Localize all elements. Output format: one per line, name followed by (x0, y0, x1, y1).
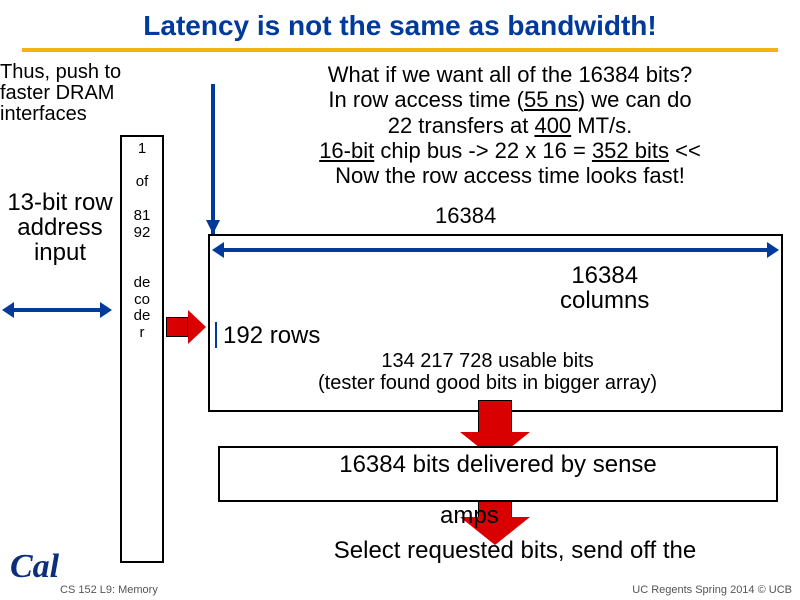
columns-width-arrow (212, 242, 779, 258)
columns-label: 16384 columns (560, 263, 649, 313)
slide-title: Latency is not the same as bandwidth! (0, 0, 800, 48)
push-faster-dram-text: Thus, push to faster DRAM interfaces (0, 62, 140, 125)
usable-bits-label: 134 217 728 usable bits (tester found go… (318, 350, 657, 394)
select-bits-text: Select requested bits, send off the (250, 537, 780, 565)
explain-line-1: What if we want all of the 16384 bits? (230, 62, 790, 87)
explain-line-2: In row access time (55 ns) we can do (230, 87, 790, 112)
rows-height-arrow-icon (211, 322, 221, 348)
sense-amps-box: 16384 bits delivered by sense (218, 446, 778, 502)
rows-label: 192 rows (211, 322, 320, 350)
decoder-8192-b: 92 (122, 225, 162, 242)
explain-line-5: Now the row access time looks fast! (230, 163, 790, 188)
decoder-word-2: co (122, 292, 162, 309)
explain-line-4: 16-bit chip bus -> 22 x 16 = 352 bits << (230, 138, 790, 163)
row-address-label: 13-bit row address input (4, 190, 116, 266)
rate-value: 400 (534, 113, 571, 138)
decoder-output-arrow-icon (166, 310, 206, 344)
explain-line-3: 22 transfers at 400 MT/s. (230, 113, 790, 138)
decoder-column: 1 of 81 92 de co de r (120, 135, 164, 563)
decoder-8192-a: 81 (122, 208, 162, 225)
result-bits: 352 bits (592, 138, 669, 163)
footer-course: CS 152 L9: Memory (60, 584, 158, 596)
explanation-block: What if we want all of the 16384 bits? I… (230, 62, 790, 188)
decoder-word-4: r (122, 325, 162, 342)
row-address-arrow (2, 302, 112, 318)
sense-amps-overflow-text: amps (440, 502, 499, 530)
footer-copyright: UC Regents Spring 2014 © UCB (632, 584, 792, 596)
decoder-of: of (122, 174, 162, 191)
latency-value: 55 ns (524, 87, 578, 112)
decoder-word-1: de (122, 275, 162, 292)
title-divider (22, 48, 778, 52)
blue-arrow-icon (206, 84, 220, 234)
overlapping-16384-text: 16384 (435, 203, 496, 229)
cal-logo: Cal (10, 548, 59, 586)
decoder-one: 1 (122, 141, 162, 158)
decoder-word-3: de (122, 308, 162, 325)
